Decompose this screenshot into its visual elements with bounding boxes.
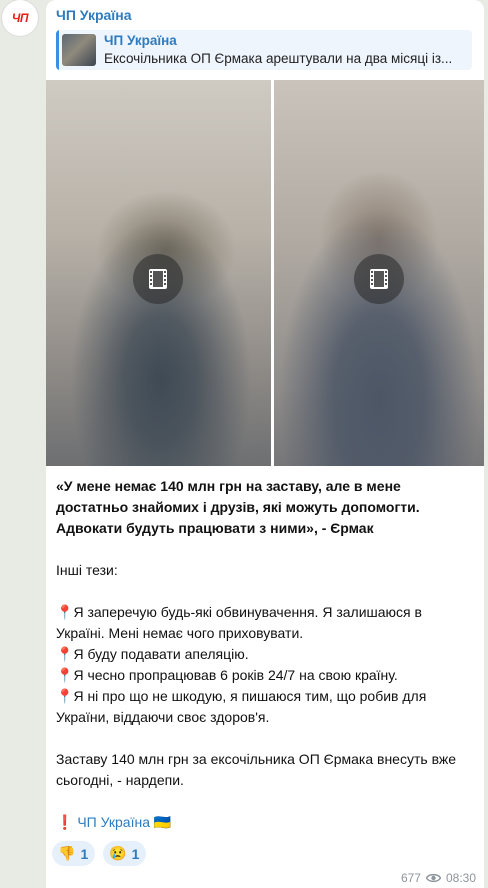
reply-preview[interactable]: ЧП Україна Ексочільника ОП Єрмака арешту… [56, 30, 472, 70]
message-text: «У мене немає 140 млн грн на заставу, ал… [56, 476, 472, 833]
bullet-item: 📍Я чесно пропрацював 6 років 24/7 на сво… [56, 667, 398, 683]
reaction-thumbs-down[interactable]: 👎 1 [52, 841, 96, 866]
avatar-logo-text: ЧП [11, 11, 29, 25]
reply-accent-bar [56, 30, 59, 70]
subheading-text: Інші тези: [56, 562, 118, 578]
reply-thumbnail [62, 34, 96, 66]
pin-icon: 📍 [56, 688, 74, 704]
channel-name[interactable]: ЧП Україна [56, 7, 132, 23]
message-time: 08:30 [445, 871, 476, 885]
reaction-count: 1 [131, 845, 140, 862]
video-thumbnail-2[interactable] [274, 80, 484, 466]
pin-icon: 📍 [56, 646, 74, 662]
reaction-count: 1 [80, 845, 89, 862]
bullet-item: 📍Я заперечую будь-які обвинувачення. Я з… [56, 604, 422, 641]
signature-line: ❗ ЧП Україна 🇺🇦 [56, 812, 472, 833]
message-meta: 677 08:30 [401, 871, 476, 885]
film-icon[interactable] [133, 254, 183, 304]
thumbs-down-icon: 👎 [58, 845, 76, 861]
pin-icon: 📍 [56, 667, 74, 683]
channel-avatar[interactable]: ЧП [2, 0, 38, 36]
video-thumbnail-1[interactable] [46, 80, 271, 466]
reactions-bar: 👎 1 😢 1 [52, 841, 147, 866]
reaction-crying[interactable]: 😢 1 [103, 841, 147, 866]
quote-text: «У мене немає 140 млн грн на заставу, ал… [56, 478, 420, 536]
crying-face-icon: 😢 [109, 845, 127, 861]
bullet-item: 📍Я буду подавати апеляцію. [56, 646, 249, 662]
reply-text: Ексочільника ОП Єрмака арештували на два… [104, 51, 453, 66]
message-bubble: ЧП Україна ЧП Україна Ексочільника ОП Єр… [46, 0, 484, 888]
signature-link[interactable]: ЧП Україна [77, 814, 150, 830]
view-count: 677 [400, 871, 421, 885]
ukraine-flag-icon: 🇺🇦 [153, 814, 172, 830]
pin-icon: 📍 [56, 604, 74, 620]
exclamation-icon: ❗ [56, 814, 74, 830]
reply-title: ЧП Україна [104, 33, 177, 48]
eye-icon [425, 873, 441, 883]
closing-text: Заставу 140 млн грн за ексочільника ОП Є… [56, 751, 456, 788]
film-icon[interactable] [354, 254, 404, 304]
bullet-item: 📍Я ні про що не шкодую, я пишаюся тим, щ… [56, 688, 427, 725]
